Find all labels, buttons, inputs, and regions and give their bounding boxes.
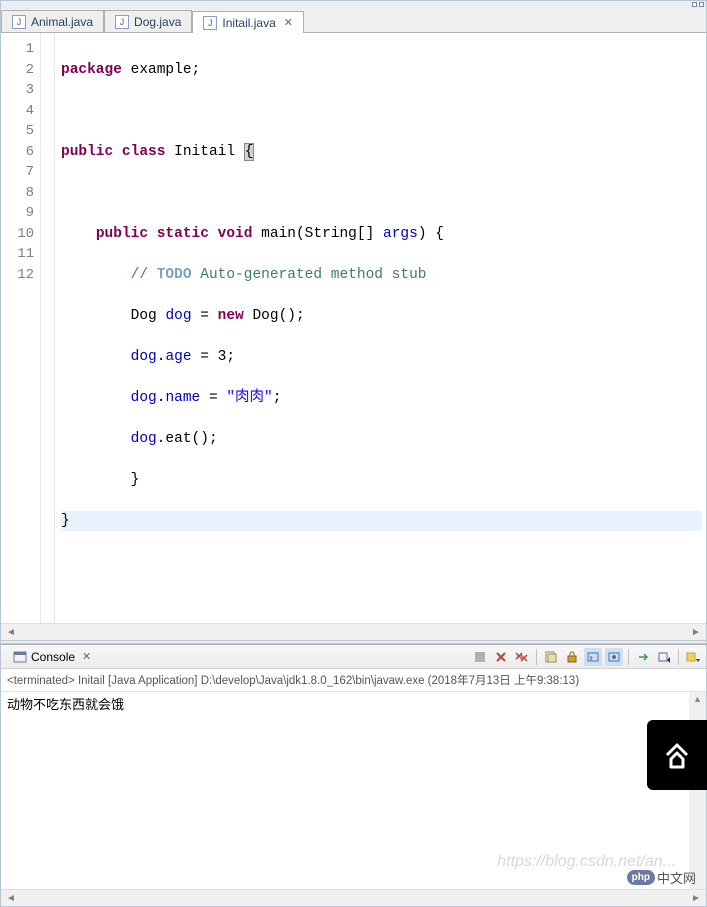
- code-editor[interactable]: 1 2 3 4 5 6 7 8 9 10 11 12 package examp…: [1, 33, 706, 623]
- tab-initail[interactable]: J Initail.java ✕: [192, 11, 304, 33]
- line-number: 11: [1, 244, 34, 265]
- logo-text: 中文网: [657, 868, 696, 887]
- line-number: 6: [1, 142, 34, 163]
- remove-all-button[interactable]: [513, 648, 531, 666]
- console-output[interactable]: 动物不吃东西就会饿 ▲ https://blog.csdn.net/an... …: [1, 692, 706, 889]
- terminate-button[interactable]: [471, 648, 489, 666]
- line-number-gutter: 1 2 3 4 5 6 7 8 9 10 11 12: [1, 33, 41, 623]
- console-toolbar: [471, 648, 702, 666]
- tab-label: Animal.java: [31, 15, 93, 29]
- scroll-right-icon[interactable]: ►: [690, 627, 702, 638]
- line-number: 8: [1, 183, 34, 204]
- minimize-handle[interactable]: [692, 2, 697, 7]
- maximize-handle[interactable]: [699, 2, 704, 7]
- console-horizontal-scrollbar[interactable]: ◄ ►: [1, 889, 706, 906]
- line-number: 9: [1, 203, 34, 224]
- tab-label: Initail.java: [222, 16, 275, 30]
- console-panel: Console ✕ <terminated> Initail [Java App…: [1, 644, 706, 906]
- line-number: 5: [1, 121, 34, 142]
- line-number: 2: [1, 60, 34, 81]
- console-title: Console: [31, 650, 75, 664]
- display-selected-button[interactable]: [634, 648, 652, 666]
- java-file-icon: J: [12, 15, 26, 29]
- open-console-dropdown[interactable]: [655, 648, 673, 666]
- new-console-dropdown[interactable]: [684, 648, 702, 666]
- line-number: 12: [1, 265, 34, 286]
- pin-console-button[interactable]: [605, 648, 623, 666]
- close-view-icon[interactable]: ✕: [82, 650, 91, 663]
- java-file-icon: J: [203, 16, 217, 30]
- scroll-lock-button[interactable]: [563, 648, 581, 666]
- back-to-top-button[interactable]: [647, 720, 707, 790]
- line-number: 10: [1, 224, 34, 245]
- console-header: Console ✕: [1, 645, 706, 669]
- console-icon: [13, 650, 27, 664]
- scroll-up-icon[interactable]: ▲: [693, 694, 702, 704]
- output-line: 动物不吃东西就会饿: [7, 697, 124, 712]
- console-status: <terminated> Initail [Java Application] …: [1, 669, 706, 692]
- clear-console-button[interactable]: [542, 648, 560, 666]
- java-file-icon: J: [115, 15, 129, 29]
- line-number: 4: [1, 101, 34, 122]
- remove-launch-button[interactable]: [492, 648, 510, 666]
- editor-horizontal-scrollbar[interactable]: ◄ ►: [1, 623, 706, 640]
- scroll-left-icon[interactable]: ◄: [5, 627, 17, 638]
- tab-dog[interactable]: J Dog.java: [104, 10, 192, 32]
- tab-label: Dog.java: [134, 15, 181, 29]
- line-number: 7: [1, 162, 34, 183]
- editor-tab-bar: J Animal.java J Dog.java J Initail.java …: [1, 9, 706, 33]
- php-pill: php: [627, 870, 655, 885]
- scroll-left-icon[interactable]: ◄: [5, 893, 17, 904]
- code-content[interactable]: package example; public class Initail { …: [55, 33, 706, 623]
- folding-ruler: [41, 33, 55, 623]
- site-logo: php 中文网: [627, 868, 696, 887]
- console-tab[interactable]: Console ✕: [5, 648, 99, 666]
- scroll-right-icon[interactable]: ►: [690, 893, 702, 904]
- close-tab-icon[interactable]: ✕: [284, 16, 293, 29]
- show-console-button[interactable]: [584, 648, 602, 666]
- tab-animal[interactable]: J Animal.java: [1, 10, 104, 32]
- window-controls: [1, 1, 706, 9]
- line-number: 1: [1, 39, 34, 60]
- line-number: 3: [1, 80, 34, 101]
